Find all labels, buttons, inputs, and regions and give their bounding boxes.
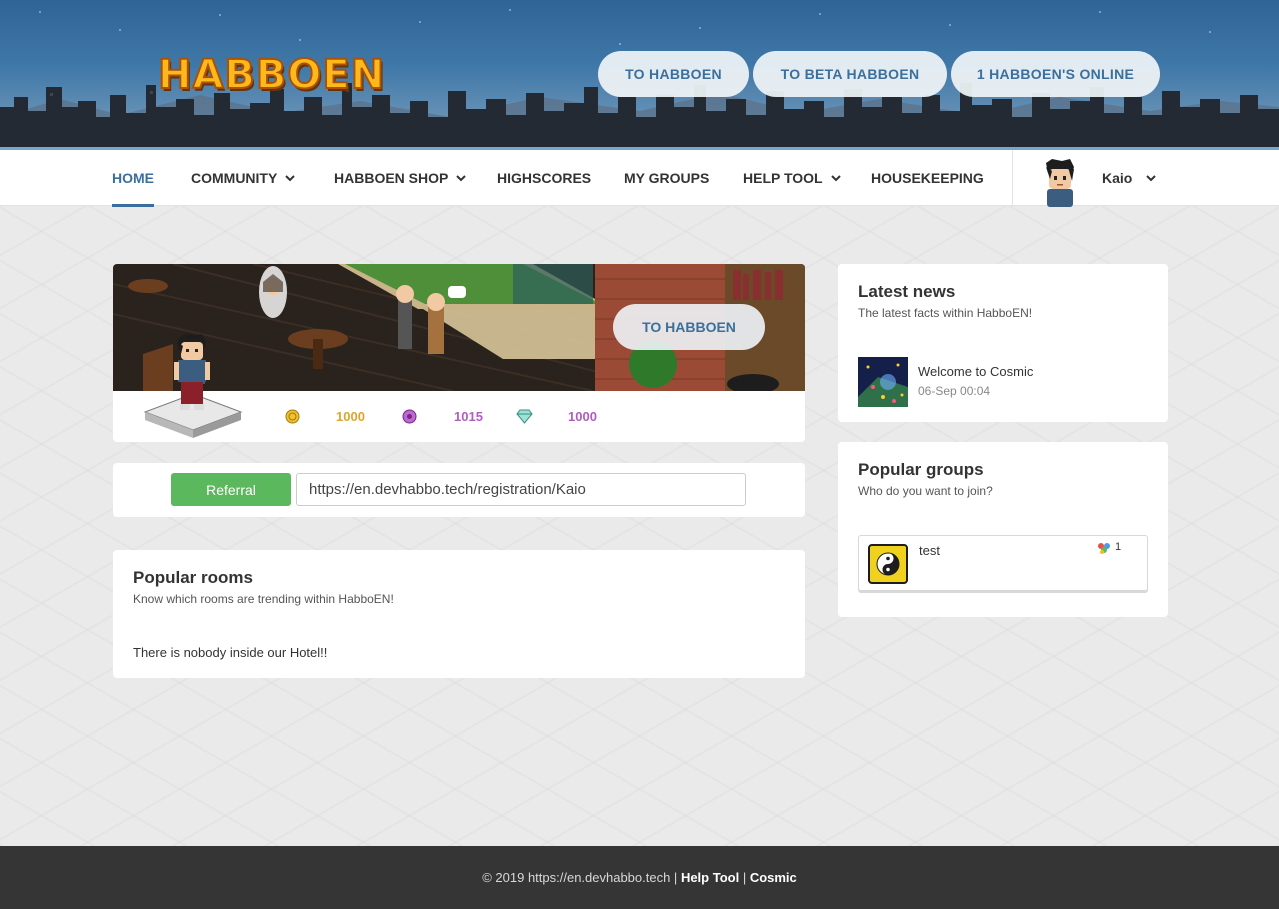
- group-name: test: [919, 543, 940, 558]
- nav-shop-label: HABBOEN SHOP: [334, 170, 449, 186]
- chevron-down-icon: [1146, 175, 1157, 182]
- credits-value: 1000: [336, 409, 365, 424]
- banner-to-habboen-button[interactable]: TO HABBOEN: [613, 304, 765, 350]
- duckets-icon: [402, 409, 417, 424]
- popular-rooms-title: Popular rooms: [133, 568, 253, 587]
- nav-community[interactable]: COMMUNITY: [191, 150, 296, 206]
- group-badge-icon: [868, 544, 908, 584]
- nav-housekeeping-label: HOUSEKEEPING: [871, 170, 984, 186]
- chevron-down-icon: [285, 175, 296, 182]
- nav-highscores-label: HIGHSCORES: [497, 170, 592, 186]
- user-menu[interactable]: Kaio: [1102, 150, 1157, 206]
- nav-divider: [1012, 150, 1013, 206]
- user-name-label: Kaio: [1102, 170, 1133, 186]
- referral-button[interactable]: Referral: [171, 473, 291, 506]
- diamond-icon: [516, 409, 533, 424]
- nav-highscores[interactable]: HIGHSCORES: [497, 150, 591, 206]
- footer-help-tool-link[interactable]: Help Tool: [681, 870, 739, 885]
- to-beta-habboen-button[interactable]: TO BETA HABBOEN: [753, 51, 947, 97]
- user-avatar-full: [174, 334, 210, 410]
- nav-home[interactable]: HOME: [112, 150, 154, 207]
- nav-habboen-shop[interactable]: HABBOEN SHOP: [334, 150, 467, 206]
- group-members-icon: [1098, 543, 1110, 554]
- user-avatar[interactable]: [1038, 157, 1080, 207]
- footer-copyright: © 2019 https://en.devhabbo.tech |: [482, 870, 681, 885]
- latest-news-title: Latest news: [858, 282, 956, 301]
- referral-url-input[interactable]: [296, 473, 746, 506]
- nav-home-label: HOME: [112, 170, 154, 186]
- group-member-count: 1: [1115, 541, 1122, 553]
- nav-help-tool-label: HELP TOOL: [743, 170, 823, 186]
- duckets-value: 1015: [454, 409, 483, 424]
- main-nav: HOME COMMUNITY HABBOEN SHOP HIGHSCORES M…: [0, 147, 1279, 207]
- site-header: HABBOEN TO HABBOEN TO BETA HABBOEN 1 HAB…: [0, 0, 1279, 147]
- to-habboen-button[interactable]: TO HABBOEN: [598, 51, 749, 97]
- footer-cosmic-link[interactable]: Cosmic: [750, 870, 797, 885]
- popular-groups-subtitle: Who do you want to join?: [858, 484, 993, 498]
- latest-news-subtitle: The latest facts within HabboEN!: [858, 306, 1033, 320]
- diamonds-value: 1000: [568, 409, 597, 424]
- site-footer: © 2019 https://en.devhabbo.tech | Help T…: [0, 846, 1279, 909]
- online-count-button[interactable]: 1 HABBOEN'S ONLINE: [951, 51, 1160, 97]
- nav-housekeeping[interactable]: HOUSEKEEPING: [871, 150, 984, 206]
- popular-groups-title: Popular groups: [858, 460, 984, 479]
- nav-community-label: COMMUNITY: [191, 170, 278, 186]
- footer-separator: |: [739, 870, 750, 885]
- news-item-date: 06-Sep 00:04: [918, 384, 991, 398]
- site-logo[interactable]: HABBOEN: [157, 51, 385, 99]
- news-thumbnail[interactable]: [858, 357, 908, 407]
- nav-help-tool[interactable]: HELP TOOL: [743, 150, 841, 206]
- nav-my-groups[interactable]: MY GROUPS: [624, 150, 709, 206]
- popular-rooms-subtitle: Know which rooms are trending within Hab…: [133, 592, 394, 606]
- popular-rooms-empty-text: There is nobody inside our Hotel!!: [133, 645, 328, 660]
- credits-coin-icon: [285, 409, 300, 424]
- chevron-down-icon: [456, 175, 467, 182]
- nav-my-groups-label: MY GROUPS: [624, 170, 710, 186]
- news-item-title[interactable]: Welcome to Cosmic: [918, 364, 1033, 379]
- chevron-down-icon: [830, 175, 841, 182]
